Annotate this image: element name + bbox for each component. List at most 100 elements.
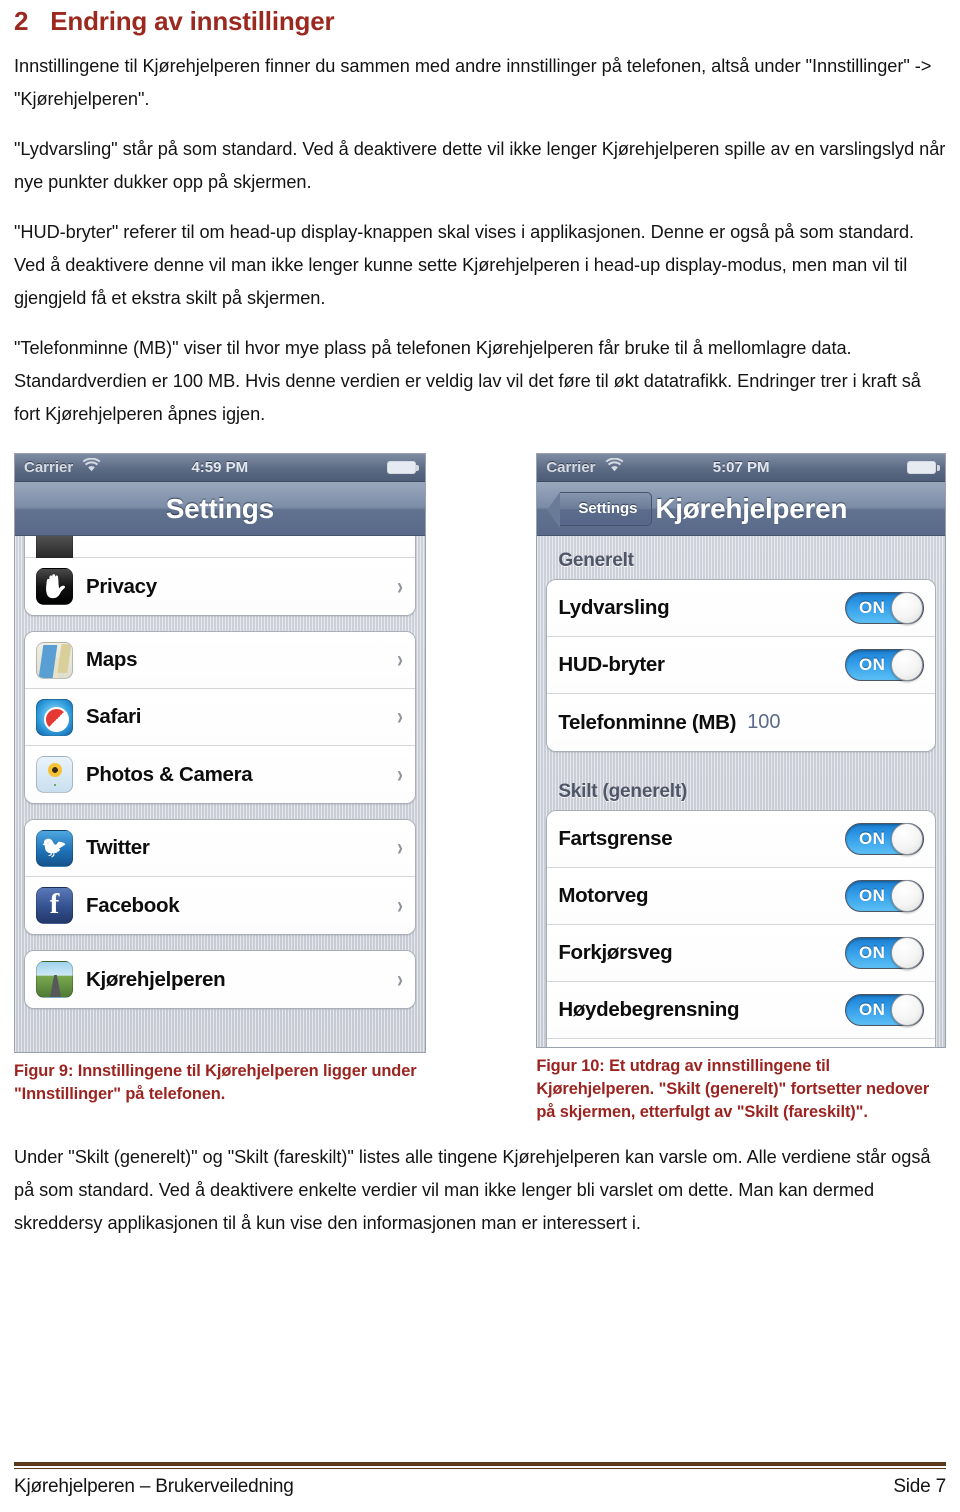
- chevron-right-icon: ›: [396, 703, 403, 730]
- footer-divider: [14, 1462, 946, 1469]
- settings-group-social: Twitter › Facebook ›: [24, 819, 416, 935]
- toggle-knob: [891, 592, 923, 624]
- settings-group-kjorehjelperen: Kjørehjelperen ›: [24, 950, 416, 1009]
- chevron-right-icon: ›: [396, 572, 403, 600]
- settings-row-safari[interactable]: Safari ›: [25, 689, 415, 746]
- row-label: Privacy: [86, 574, 157, 598]
- toggle-state-label: ON: [859, 598, 886, 617]
- settings-row-hoydebegrensning[interactable]: Høydebegrensning ON: [547, 982, 935, 1039]
- toggle-state-label: ON: [859, 829, 886, 848]
- settings-row-twitter[interactable]: Twitter ›: [25, 820, 415, 877]
- toggle-knob: [891, 880, 923, 912]
- row-label: Forkjørsveg: [558, 941, 673, 964]
- toggle-fartsgrense[interactable]: ON: [845, 823, 924, 855]
- status-bar: Carrier 4:59 PM: [15, 454, 425, 482]
- figure-9: Carrier 4:59 PM Settings ✋ Privacy › Map…: [14, 453, 426, 1106]
- settings-row-maps[interactable]: Maps ›: [25, 632, 415, 689]
- toggle-knob: [891, 823, 923, 855]
- settings-row-motorveg[interactable]: Motorveg ON: [547, 868, 935, 925]
- settings-list[interactable]: Privacy › Maps › Safari ›: [15, 536, 425, 1052]
- paragraph-2: "Lydvarsling" står på som standard. Ved …: [14, 139, 946, 192]
- back-button[interactable]: Settings: [547, 491, 652, 528]
- document-page: 2 Endring av innstillinger Innstillingen…: [0, 0, 960, 1512]
- settings-group-privacy: Privacy ›: [24, 536, 416, 616]
- toggle-state-label: ON: [859, 886, 886, 905]
- settings-row-lydvarsling[interactable]: Lydvarsling ON: [547, 580, 935, 637]
- footer-document-title: Kjørehjelperen – Brukerveiledning: [14, 1476, 294, 1497]
- nav-title: Settings: [165, 492, 274, 524]
- toggle-lydvarsling[interactable]: ON: [845, 592, 924, 624]
- row-label: Twitter: [86, 836, 150, 859]
- settings-row-facebook[interactable]: Facebook ›: [25, 877, 415, 934]
- heading-title: Endring av innstillinger: [50, 6, 335, 36]
- row-label: Kjørehjelperen: [86, 967, 226, 991]
- telefonminne-value[interactable]: 100: [747, 711, 780, 734]
- settings-group-generelt: Lydvarsling ON HUD-bryter ON Telefonminn…: [546, 579, 936, 752]
- settings-group-skilt-generelt: Fartsgrense ON Motorveg ON Forkjørsveg O…: [546, 810, 936, 1047]
- chevron-right-icon: ›: [396, 891, 403, 919]
- carrier-label: Carrier: [24, 459, 74, 476]
- list-item[interactable]: [25, 536, 415, 565]
- row-label: Safari: [86, 705, 142, 728]
- maps-icon: [36, 641, 73, 679]
- chevron-right-icon: ›: [396, 965, 403, 993]
- iphone-screenshot-settings: Carrier 4:59 PM Settings ✋ Privacy › Map…: [14, 453, 426, 1053]
- paragraph-3: "HUD-bryter" referer til om head-up disp…: [14, 222, 915, 308]
- chevron-right-icon: ›: [396, 760, 403, 788]
- row-label: Høydebegrensning: [558, 998, 740, 1021]
- settings-row-telefonminne[interactable]: Telefonminne (MB) 100: [547, 694, 935, 751]
- privacy-icon: [36, 568, 73, 605]
- heading-number: 2: [14, 6, 29, 36]
- settings-row-hud-bryter[interactable]: HUD-bryter ON: [547, 637, 935, 694]
- toggle-state-label: ON: [859, 655, 886, 674]
- row-label: Telefonminne (MB): [558, 710, 737, 734]
- section-header-skilt-generelt: Skilt (generelt): [558, 781, 688, 802]
- iphone-screenshot-kjorehjelperen: Carrier 5:07 PM Settings Kjørehjelperen: [536, 453, 946, 1048]
- section-header-generelt: Generelt: [558, 550, 634, 571]
- status-time: 4:59 PM: [191, 459, 249, 476]
- page-footer: Kjørehjelperen – Brukerveiledning Side 7: [14, 1462, 946, 1498]
- settings-row-photos-camera[interactable]: Photos & Camera ›: [25, 746, 415, 803]
- paragraph-1: Innstillingene til Kjørehjelperen finner…: [14, 56, 932, 109]
- carrier-label: Carrier: [546, 459, 596, 476]
- toggle-hud-bryter[interactable]: ON: [845, 649, 924, 681]
- settings-row-partial[interactable]: ON: [547, 1039, 935, 1047]
- kjorehjelperen-settings-list[interactable]: Generelt Lydvarsling ON HUD-bryter ON Te…: [537, 536, 945, 1047]
- photos-camera-icon: [36, 756, 73, 793]
- wifi-icon: [605, 457, 624, 477]
- settings-row-forkjorsveg[interactable]: Forkjørsveg ON: [547, 925, 935, 982]
- toggle-state-label: ON: [859, 943, 886, 962]
- paragraph-5: Under "Skilt (generelt)" og "Skilt (fare…: [14, 1147, 931, 1233]
- row-label: Fartsgrense: [558, 827, 673, 850]
- row-label: Maps: [86, 648, 138, 671]
- battery-icon: [907, 461, 940, 474]
- toggle-motorveg[interactable]: ON: [845, 880, 924, 912]
- figures-row: Carrier 4:59 PM Settings ✋ Privacy › Map…: [14, 453, 946, 1124]
- figure-9-caption: Figur 9: Innstillingene til Kjørehjelper…: [14, 1062, 417, 1103]
- footer-row: Kjørehjelperen – Brukerveiledning Side 7: [14, 1476, 946, 1498]
- twitter-icon: [36, 829, 73, 867]
- row-label: Lydvarsling: [558, 596, 670, 619]
- row-label: HUD-bryter: [558, 653, 665, 676]
- toggle-forkjorsveg[interactable]: ON: [845, 937, 924, 969]
- chevron-right-icon: ›: [396, 834, 403, 861]
- battery-icon: [386, 461, 420, 474]
- nav-bar: Settings: [15, 482, 425, 536]
- toggle-knob: [891, 649, 923, 681]
- facebook-icon: [36, 887, 73, 924]
- settings-row-kjorehjelperen[interactable]: Kjørehjelperen ›: [25, 951, 415, 1008]
- settings-row-fartsgrense[interactable]: Fartsgrense ON: [547, 811, 935, 868]
- wifi-icon: [82, 457, 101, 477]
- section-heading: 2 Endring av innstillinger: [14, 0, 946, 37]
- row-label: Photos & Camera: [86, 762, 253, 786]
- figure-10-caption: Figur 10: Et utdrag av innstillingene ti…: [536, 1057, 930, 1121]
- footer-page-number: Side 7: [893, 1476, 946, 1497]
- safari-icon: [36, 698, 73, 736]
- nav-title: Kjørehjelperen: [655, 492, 848, 524]
- toggle-hoydebegrensning[interactable]: ON: [845, 994, 924, 1026]
- settings-row-privacy[interactable]: Privacy ›: [25, 558, 415, 615]
- status-time: 5:07 PM: [712, 459, 770, 476]
- row-label: Facebook: [86, 893, 180, 917]
- nav-bar: Settings Kjørehjelperen: [537, 482, 945, 536]
- figure-10: Carrier 5:07 PM Settings Kjørehjelperen: [536, 453, 946, 1124]
